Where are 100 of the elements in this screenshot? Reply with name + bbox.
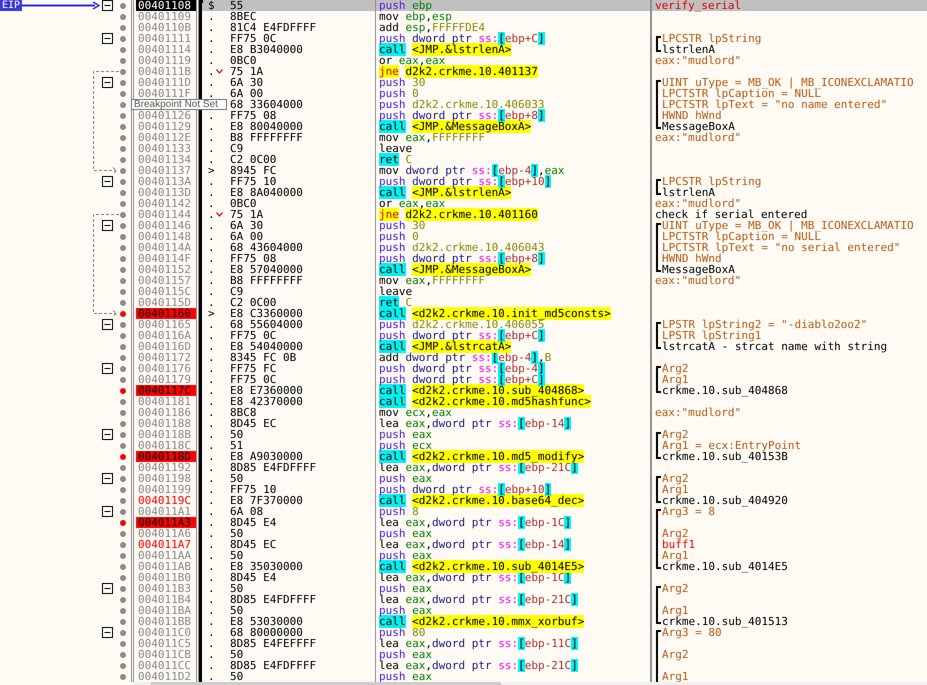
instruction: add esp,FFFFFDE4: [379, 21, 485, 34]
breakpoint-dot[interactable]: [120, 2, 126, 8]
breakpoint-dot[interactable]: [120, 156, 126, 162]
breakpoint-dot[interactable]: [120, 552, 126, 558]
breakpoint-dot[interactable]: [120, 498, 126, 504]
breakpoint-dot[interactable]: [120, 520, 126, 526]
breakpoint-dot[interactable]: [120, 212, 126, 218]
row-marker: .: [208, 638, 215, 649]
collapse-icon[interactable]: [102, 583, 113, 594]
breakpoint-dot[interactable]: [120, 24, 126, 30]
breakpoint-dot[interactable]: [120, 322, 126, 328]
breakpoint-dot[interactable]: [120, 652, 126, 658]
breakpoint-dot[interactable]: [120, 168, 126, 174]
collapse-icon[interactable]: [102, 429, 113, 440]
comment: UINT uType = MB_OK | MB_ICONEXCLAMATIO: [662, 76, 914, 89]
breakpoint-dot[interactable]: [120, 332, 126, 338]
instruction: push 0: [379, 87, 419, 100]
address: 004011BB: [137, 616, 192, 627]
breakpoint-dot[interactable]: [120, 564, 126, 570]
comment: Arg2: [662, 582, 688, 595]
collapse-icon[interactable]: [102, 627, 113, 638]
breakpoint-dot[interactable]: [120, 574, 126, 580]
collapse-icon[interactable]: [102, 319, 113, 330]
breakpoint-dot[interactable]: [120, 90, 126, 96]
breakpoint-dot[interactable]: [120, 46, 126, 52]
breakpoint-dot[interactable]: [120, 102, 126, 108]
breakpoint-dot[interactable]: [120, 432, 126, 438]
collapse-icon[interactable]: [102, 176, 113, 187]
address: 00401157: [137, 275, 192, 286]
breakpoint-dot[interactable]: [120, 454, 126, 460]
breakpoint-dot[interactable]: [120, 310, 126, 316]
address: 0040111B: [137, 66, 192, 77]
breakpoint-dot[interactable]: [120, 80, 126, 86]
breakpoint-dot[interactable]: [120, 442, 126, 448]
breakpoint-dot[interactable]: [120, 388, 126, 394]
breakpoint-dot[interactable]: [120, 476, 126, 482]
breakpoint-dot[interactable]: [120, 410, 126, 416]
breakpoint-dot[interactable]: [120, 278, 126, 284]
breakpoint-dot[interactable]: [120, 178, 126, 184]
address: 00401137: [137, 165, 192, 176]
breakpoint-dot[interactable]: [120, 190, 126, 196]
breakpoint-dot[interactable]: [120, 200, 126, 206]
breakpoint-dot[interactable]: [120, 146, 126, 152]
breakpoint-dot[interactable]: [120, 58, 126, 64]
breakpoint-dot[interactable]: [120, 542, 126, 548]
breakpoint-dot[interactable]: [120, 288, 126, 294]
row-marker: .: [208, 352, 215, 363]
breakpoint-dot[interactable]: [120, 234, 126, 240]
collapse-icon[interactable]: [102, 220, 113, 231]
instruction: push 8: [379, 505, 419, 518]
breakpoint-dot[interactable]: [120, 266, 126, 272]
address: 004011A6: [137, 528, 192, 539]
collapse-icon[interactable]: [102, 473, 113, 484]
breakpoint-dot[interactable]: [120, 222, 126, 228]
row-marker: .: [208, 550, 215, 561]
breakpoint-dot[interactable]: [120, 376, 126, 382]
breakpoint-dot[interactable]: [120, 596, 126, 602]
address: 004011A3: [136, 517, 196, 528]
breakpoint-dot[interactable]: [120, 134, 126, 140]
breakpoint-dot[interactable]: [120, 398, 126, 404]
breakpoint-dot[interactable]: [120, 618, 126, 624]
breakpoint-dot[interactable]: [120, 420, 126, 426]
collapse-icon[interactable]: [102, 77, 113, 88]
collapse-icon[interactable]: [102, 363, 113, 374]
breakpoint-dot[interactable]: [120, 630, 126, 636]
row-marker: .: [208, 44, 215, 55]
instruction: ret C: [379, 296, 412, 309]
collapse-icon[interactable]: [102, 506, 113, 517]
breakpoint-dot[interactable]: [120, 674, 126, 680]
breakpoint-dot[interactable]: [120, 256, 126, 262]
breakpoint-dot[interactable]: [120, 354, 126, 360]
breakpoint-dot[interactable]: [120, 586, 126, 592]
opcode-bytes: 50: [230, 428, 244, 441]
breakpoint-dot[interactable]: [120, 486, 126, 492]
eip-label: EIP: [0, 0, 22, 11]
breakpoint-dot[interactable]: [120, 36, 126, 42]
breakpoint-dot[interactable]: [120, 640, 126, 646]
address: 0040115D: [137, 297, 192, 308]
breakpoint-dot[interactable]: [120, 124, 126, 130]
breakpoint-dot[interactable]: [120, 508, 126, 514]
breakpoint-dot[interactable]: [120, 608, 126, 614]
collapse-icon[interactable]: [102, 0, 113, 11]
address: 00401129: [137, 121, 192, 132]
breakpoint-dot[interactable]: [120, 14, 126, 20]
breakpoint-dot[interactable]: [120, 662, 126, 668]
breakpoint-dot[interactable]: [120, 112, 126, 118]
breakpoint-dot[interactable]: [120, 244, 126, 250]
breakpoint-dot[interactable]: [120, 530, 126, 536]
breakpoint-dot[interactable]: [120, 344, 126, 350]
breakpoint-dot[interactable]: [120, 300, 126, 306]
horizontal-scrollbar[interactable]: [133, 682, 927, 685]
collapse-icon[interactable]: [102, 33, 113, 44]
opcode-bytes: C2 0C00: [230, 296, 276, 309]
address: 00401109: [137, 11, 192, 22]
breakpoint-dot[interactable]: [120, 68, 126, 74]
opcode-bytes: 8D85 E4FDFFFF: [230, 593, 316, 606]
breakpoint-dot[interactable]: [120, 366, 126, 372]
row-marker: .: [208, 561, 215, 572]
row-marker: .: [208, 374, 215, 385]
breakpoint-dot[interactable]: [120, 464, 126, 470]
